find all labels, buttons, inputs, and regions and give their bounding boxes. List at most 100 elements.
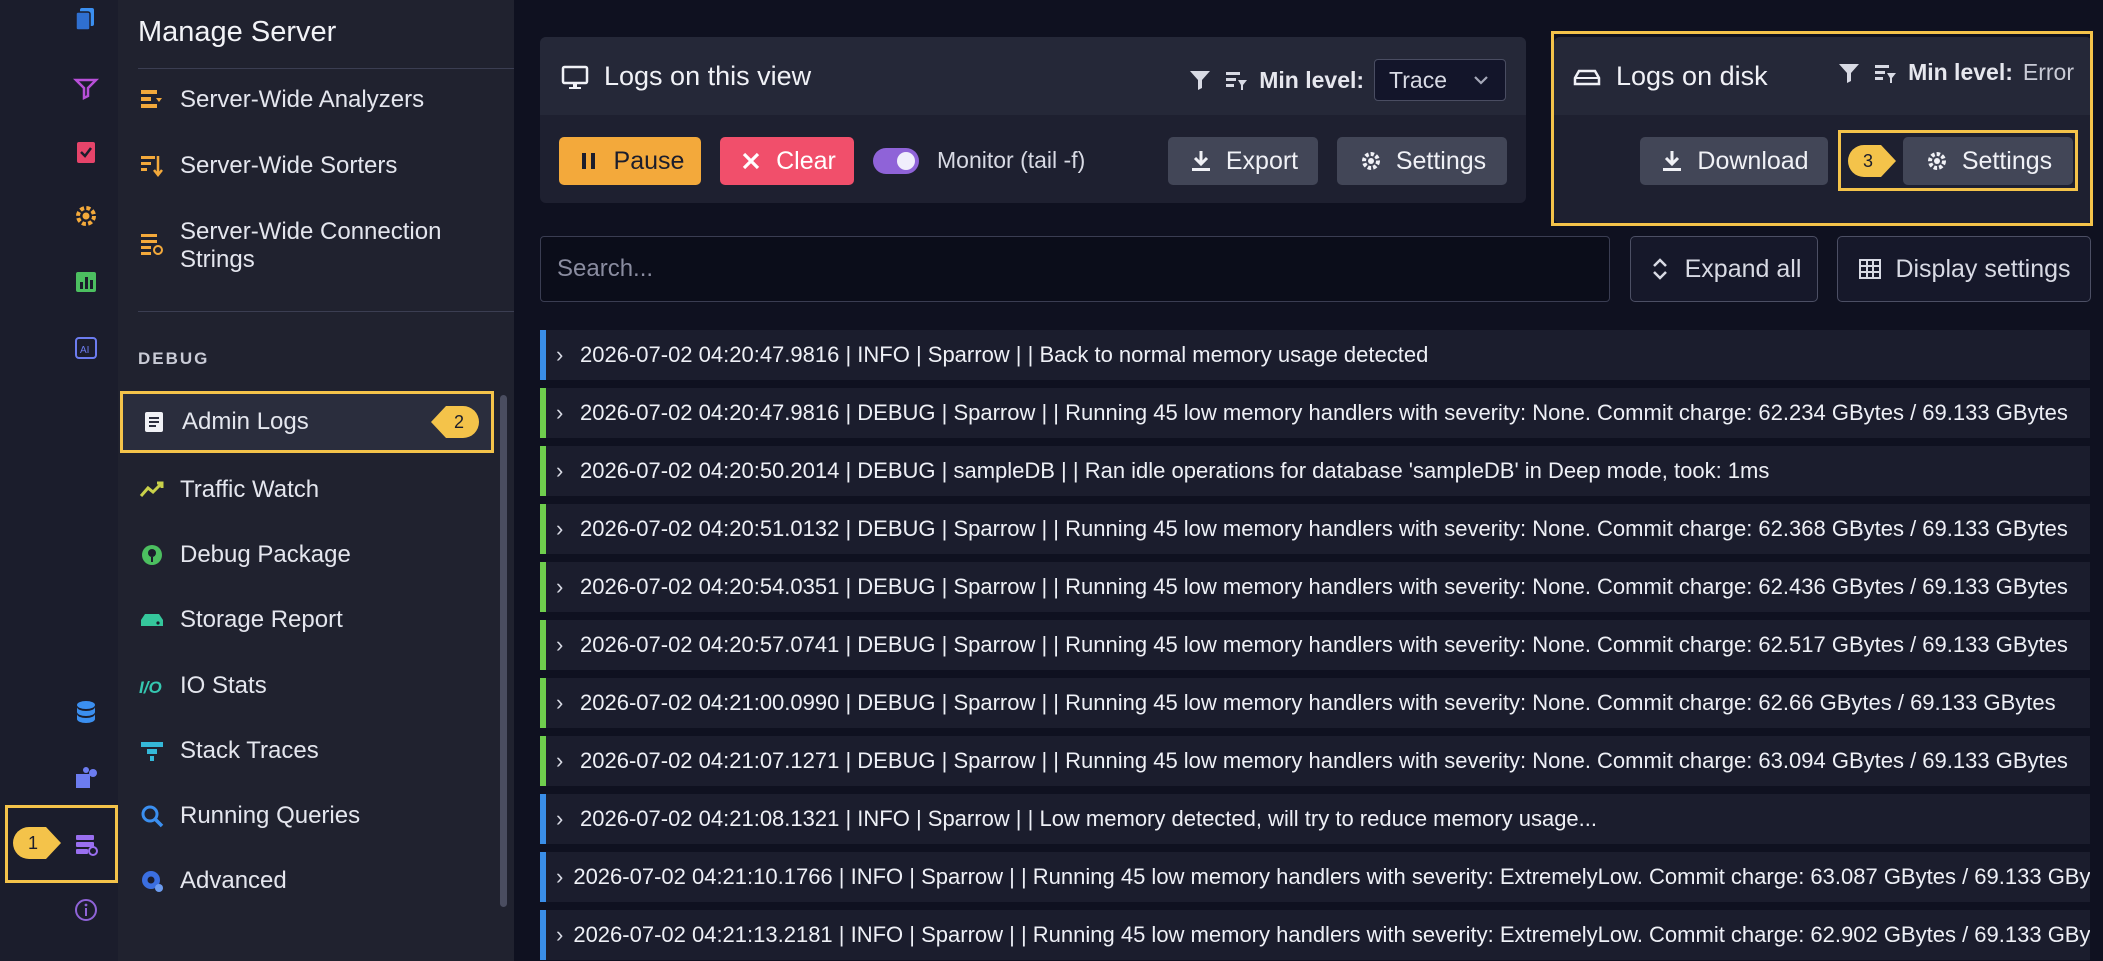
chevron-right-icon[interactable]: › [556,574,570,600]
menu-scrollbar[interactable] [500,395,507,907]
log-text: 2026-07-02 04:20:47.9816 | DEBUG | Sparr… [580,400,2068,425]
menu-divider [138,68,514,69]
ai-icon[interactable]: AI [68,330,104,366]
view-settings-button[interactable]: Settings [1337,137,1507,185]
menu-item-server-wide-connection-strings[interactable]: Server-Wide Connection Strings [118,216,494,274]
badge-number: 3 [1862,150,1873,171]
io-stats-icon: I/O [136,670,168,702]
panel-title: Logs on this view [560,61,811,92]
display-settings-label: Display settings [1895,254,2071,283]
chevron-right-icon[interactable]: › [556,516,570,542]
databases-icon[interactable] [68,694,104,730]
log-text: 2026-07-02 04:21:00.0990 | DEBUG | Sparr… [580,690,2056,715]
log-row[interactable]: › 2026-07-02 04:21:07.1271 | DEBUG | Spar… [540,736,2090,786]
analyzers-icon [136,84,168,116]
menu-item-server-wide-sorters[interactable]: Server-Wide Sorters [118,150,494,182]
log-row[interactable]: › 2026-07-02 04:21:08.1321 | INFO | Sparr… [540,794,2090,844]
menu-item-storage-report[interactable]: Storage Report [118,604,494,636]
log-text: 2026-07-02 04:21:10.1766 | INFO | Sparro… [573,864,2090,889]
log-row[interactable]: › 2026-07-02 04:20:57.0741 | DEBUG | Spar… [540,620,2090,670]
manage-server-menu: Manage Server Server-Wide Analyzers Serv… [118,0,514,961]
clear-label: Clear [776,146,836,175]
menu-item-server-wide-analyzers[interactable]: Server-Wide Analyzers [118,84,494,116]
menu-item-label: IO Stats [180,672,267,699]
tasks-icon[interactable] [68,134,104,170]
filter-icon[interactable] [1187,67,1213,93]
export-button[interactable]: Export [1168,137,1318,185]
table-icon [1859,259,1882,279]
log-row[interactable]: › 2026-07-02 04:21:13.2181 | INFO | Sparr… [540,910,2090,960]
chevron-right-icon[interactable]: › [556,748,570,774]
chevron-right-icon[interactable]: › [556,806,570,832]
chevron-right-icon[interactable]: › [556,922,563,948]
menu-item-io-stats[interactable]: I/O IO Stats [118,670,494,702]
menu-item-label: Debug Package [180,541,351,568]
documents-icon[interactable] [68,2,104,38]
traffic-icon [136,474,168,506]
display-settings-button[interactable]: Display settings [1837,236,2091,302]
log-row[interactable]: › 2026-07-02 04:21:00.0990 | DEBUG | Spar… [540,678,2090,728]
step-badge-3: 3 [1847,144,1897,178]
cluster-icon[interactable] [68,760,104,796]
monitor-toggle[interactable] [873,148,919,174]
menu-item-label: Storage Report [180,606,343,633]
menu-item-label: Advanced [180,867,287,894]
menu-item-advanced[interactable]: Advanced [118,865,494,897]
download-icon [1191,151,1210,171]
min-level-label: Min level: [1259,66,1365,93]
advanced-icon [136,865,168,897]
chevron-right-icon[interactable]: › [556,400,570,426]
chevron-right-icon[interactable]: › [556,632,570,658]
chevron-right-icon[interactable]: › [556,864,563,890]
chevron-right-icon[interactable]: › [556,458,570,484]
menu-item-label: Stack Traces [180,737,319,764]
menu-item-label: Server-Wide Sorters [180,152,398,179]
download-label: Download [1697,146,1809,175]
menu-item-traffic-watch[interactable]: Traffic Watch [118,474,494,506]
menu-item-stack-traces[interactable]: Stack Traces [118,735,494,767]
menu-title: Manage Server [138,16,337,48]
log-row[interactable]: › 2026-07-02 04:21:10.1766 | INFO | Sparr… [540,852,2090,902]
step-badge-1: 1 [12,826,62,860]
about-icon[interactable] [68,892,104,928]
chevron-right-icon[interactable]: › [556,342,570,368]
search-input[interactable] [540,236,1610,302]
chevron-right-icon[interactable]: › [556,690,570,716]
download-button[interactable]: Download [1640,137,1828,185]
menu-item-label: Traffic Watch [180,476,320,503]
min-level-select[interactable]: Trace [1374,59,1506,101]
clear-button[interactable]: Clear [720,137,854,185]
disk-panel-highlight [1551,31,2093,226]
expand-all-button[interactable]: Expand all [1630,236,1818,302]
connection-strings-icon [136,228,168,260]
menu-item-label: Running Queries [180,802,361,829]
min-level-value: Trace [1389,66,1447,93]
monitor-toggle-label: Monitor (tail -f) [937,147,1086,173]
log-row[interactable]: › 2026-07-02 04:20:54.0351 | DEBUG | Spar… [540,562,2090,612]
expand-all-label: Expand all [1684,254,1802,283]
log-row[interactable]: › 2026-07-02 04:20:51.0132 | DEBUG | Spar… [540,504,2090,554]
log-row[interactable]: › 2026-07-02 04:20:50.2014 | DEBUG | samp… [540,446,2090,496]
log-row[interactable]: › 2026-07-02 04:20:47.9816 | DEBUG | Spar… [540,388,2090,438]
disk-settings-button[interactable]: Settings [1903,137,2073,185]
indexes-icon[interactable] [68,70,104,106]
log-list: › 2026-07-02 04:20:47.9816 | INFO | Sparr… [540,330,2090,961]
expand-icon [1652,258,1667,280]
stack-traces-icon [136,735,168,767]
log-row[interactable]: › 2026-07-02 04:20:47.9816 | INFO | Sparr… [540,330,2090,380]
pause-button[interactable]: Pause [559,137,701,185]
menu-item-running-queries[interactable]: Running Queries [118,800,494,832]
close-icon [742,152,760,170]
settings-icon[interactable] [68,198,104,234]
svg-text:AI: AI [80,345,89,356]
storage-icon [136,604,168,636]
pause-label: Pause [613,146,685,175]
pause-icon [581,153,595,169]
disk-settings-label: Settings [1961,146,2053,175]
min-level-control: Min level: Trace [1187,59,1506,101]
badge-number: 2 [453,411,464,432]
menu-item-debug-package[interactable]: Debug Package [118,539,494,571]
stats-icon[interactable] [68,264,104,300]
menu-item-label: Admin Logs [182,408,309,435]
log-text: 2026-07-02 04:21:08.1321 | INFO | Sparro… [580,806,1598,831]
